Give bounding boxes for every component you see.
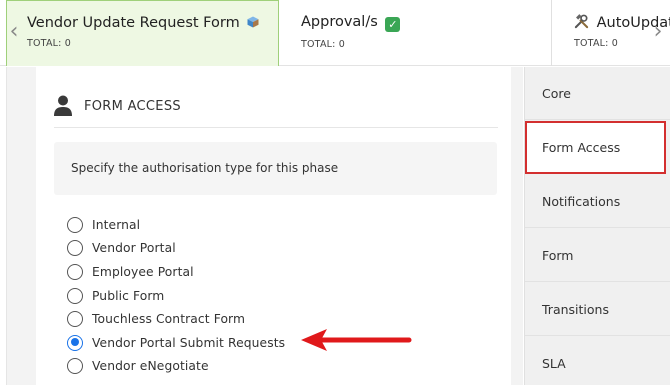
radio-label: Touchless Contract Form (92, 312, 246, 327)
radio-button[interactable] (67, 240, 83, 257)
sidebar-item-form[interactable]: Form (525, 229, 670, 282)
radio-button[interactable] (67, 311, 83, 328)
main-panel: FORM ACCESS Specify the authorisation ty… (6, 67, 523, 385)
annotation-arrow-icon (301, 329, 412, 351)
person-icon (54, 95, 72, 116)
tools-icon (574, 14, 589, 29)
sidebar-item-label: Notifications (542, 193, 621, 209)
phase-settings-sidebar: Core Form Access Notifications Form Tran… (524, 67, 670, 385)
section-header: FORM ACCESS (54, 94, 181, 118)
sidebar-item-label: Transitions (542, 301, 609, 317)
hint-text: Specify the authorisation type for this … (71, 161, 339, 175)
radio-option-internal[interactable]: Internal (67, 213, 285, 237)
check-icon: ✓ (385, 17, 401, 32)
radio-option-vendor-enegotiate[interactable]: Vendor eNegotiate (67, 355, 285, 379)
radio-button[interactable] (67, 216, 83, 233)
radio-label: Internal (92, 217, 141, 232)
phase-tabs: Vendor Update Request Form TOTAL: 0 Appr… (0, 0, 670, 66)
radio-option-vendor-portal[interactable]: Vendor Portal (67, 237, 285, 261)
radio-button[interactable] (67, 287, 83, 304)
tab-approvals[interactable]: Approval/s ✓ TOTAL: 0 (280, 0, 552, 66)
radio-label: Vendor eNegotiate (92, 359, 209, 374)
cube-icon (247, 16, 259, 28)
radio-button[interactable] (67, 358, 83, 375)
radio-label: Vendor Portal Submit Requests (92, 335, 286, 350)
radio-option-employee-portal[interactable]: Employee Portal (67, 260, 285, 284)
radio-option-vendor-portal-submit-requests[interactable]: Vendor Portal Submit Requests (67, 331, 285, 355)
radio-option-public-form[interactable]: Public Form (67, 284, 285, 308)
radio-option-touchless-contract-form[interactable]: Touchless Contract Form (67, 307, 285, 331)
chevron-right-icon[interactable]: › (648, 14, 668, 50)
radio-button[interactable] (67, 263, 83, 280)
sidebar-item-transitions[interactable]: Transitions (525, 283, 670, 336)
tab-title: Approval/s (301, 14, 378, 30)
form-access-card: FORM ACCESS Specify the authorisation ty… (36, 67, 511, 385)
sidebar-item-label: Form Access (542, 140, 621, 155)
auth-type-radio-group: Internal Vendor Portal Employee Portal P… (67, 213, 285, 378)
radio-label: Employee Portal (92, 264, 194, 279)
tab-total: TOTAL: 0 (301, 39, 346, 50)
sidebar-item-notifications[interactable]: Notifications (525, 175, 670, 228)
section-title: FORM ACCESS (84, 98, 181, 114)
sidebar-item-label: Form (542, 247, 574, 263)
divider (54, 127, 498, 128)
radio-button-selected[interactable] (67, 334, 83, 351)
sidebar-item-label: Core (542, 85, 571, 101)
chevron-left-icon[interactable]: ‹ (4, 14, 24, 50)
sidebar-item-label: SLA (542, 355, 566, 371)
radio-label: Vendor Portal (92, 241, 176, 256)
tab-total: TOTAL: 0 (27, 38, 72, 49)
radio-label: Public Form (92, 288, 165, 303)
hint-box: Specify the authorisation type for this … (54, 142, 497, 195)
sidebar-item-sla[interactable]: SLA (525, 337, 670, 385)
tab-vendor-update-request-form[interactable]: Vendor Update Request Form TOTAL: 0 (6, 0, 279, 66)
sidebar-item-form-access[interactable]: Form Access (525, 121, 666, 174)
tab-title: Vendor Update Request Form (27, 15, 240, 31)
sidebar-item-core[interactable]: Core (525, 67, 670, 120)
